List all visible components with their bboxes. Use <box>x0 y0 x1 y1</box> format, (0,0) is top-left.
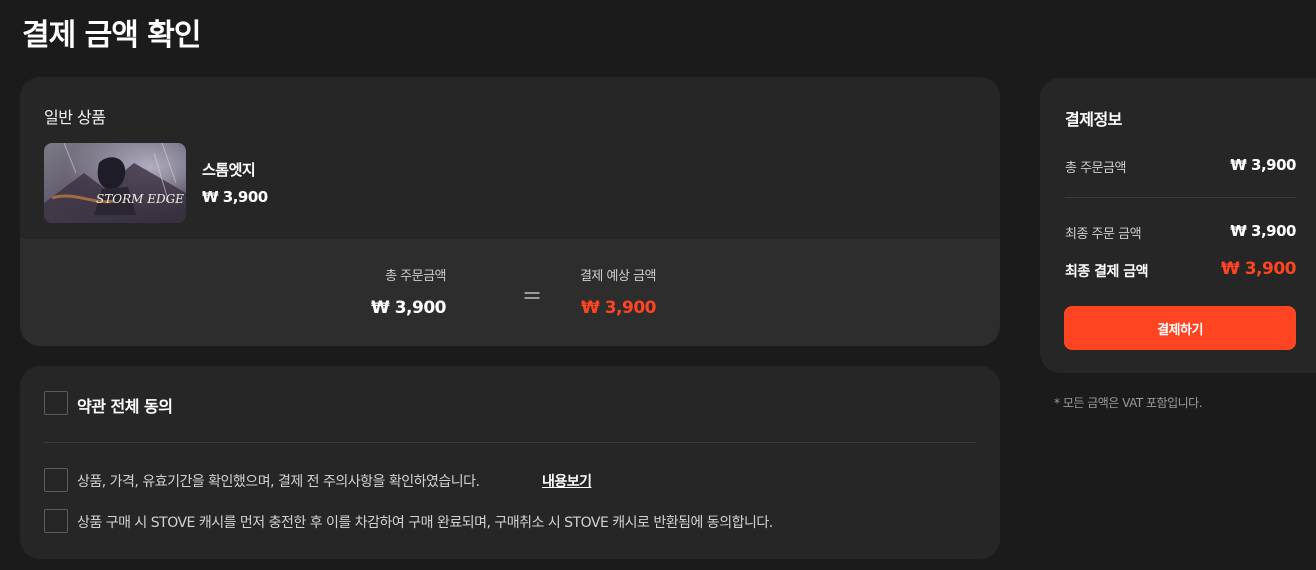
product-thumbnail[interactable]: STORM EDGE <box>44 143 186 223</box>
total-order-value: ₩ 3,900 <box>371 298 446 318</box>
order-summary: 총 주문금액 ₩ 3,900 = 결제 예상 금액 ₩ 3,900 <box>20 239 1000 346</box>
expected-payment-summary: 결제 예상 금액 ₩ 3,900 <box>579 265 657 318</box>
agree-terms-checkbox[interactable] <box>44 468 68 492</box>
agreement-card: 약관 전체 동의 상품, 가격, 유효기간을 확인했으며, 결제 전 주의사항을… <box>20 366 1000 559</box>
product-card: 일반 상품 STORM EDGE 스톰엣지 ₩ 3,900 총 주문금액 ₩ 3… <box>20 77 1000 346</box>
payment-info-card: 결제정보 총 주문금액 ₩ 3,900 최종 주문 금액 ₩ 3,900 최종 … <box>1040 78 1316 373</box>
payment-confirm-page: 결제 금액 확인 일반 상품 STORM EDGE 스톰엣지 ₩ 3,900 총… <box>0 0 1316 570</box>
product-thumbnail-art: STORM EDGE <box>44 143 186 223</box>
agree-terms-label[interactable]: 상품, 가격, 유효기간을 확인했으며, 결제 전 주의사항을 확인하였습니다. <box>77 471 480 491</box>
agree-cash-label[interactable]: 상품 구매 시 STOVE 캐시를 먼저 충전한 후 이를 차감하여 구매 완료… <box>77 512 773 532</box>
divider <box>1065 197 1296 198</box>
pay-button[interactable]: 결제하기 <box>1064 306 1296 350</box>
total-order-label: 총 주문금액 <box>1065 161 1126 176</box>
total-order-label: 총 주문금액 <box>385 269 446 284</box>
vat-note: * 모든 금액은 VAT 포함입니다. <box>1054 396 1203 410</box>
payment-info-title: 결제정보 <box>1065 110 1122 129</box>
expected-payment-label: 결제 예상 금액 <box>579 269 657 284</box>
section-label: 일반 상품 <box>44 108 106 127</box>
final-order-label: 최종 주문 금액 <box>1065 227 1142 242</box>
final-order-value: ₩ 3,900 <box>1230 222 1296 240</box>
final-payment-value: ₩ 3,900 <box>1221 259 1296 279</box>
divider <box>44 442 976 443</box>
view-details-link[interactable]: 내용보기 <box>542 471 592 491</box>
thumbnail-logo: STORM EDGE <box>96 192 184 206</box>
total-order-value: ₩ 3,900 <box>1230 156 1296 174</box>
product-price: ₩ 3,900 <box>202 188 268 206</box>
page-title: 결제 금액 확인 <box>22 18 201 53</box>
product-name[interactable]: 스톰엣지 <box>202 159 256 180</box>
agree-all-checkbox[interactable] <box>44 391 68 415</box>
expected-payment-value: ₩ 3,900 <box>581 298 656 318</box>
final-payment-label: 최종 결제 금액 <box>1065 264 1149 280</box>
agree-all-label[interactable]: 약관 전체 동의 <box>77 393 173 417</box>
total-order-summary: 총 주문금액 ₩ 3,900 <box>371 265 446 318</box>
agree-cash-checkbox[interactable] <box>44 509 68 533</box>
equals-sign: = <box>522 281 543 309</box>
